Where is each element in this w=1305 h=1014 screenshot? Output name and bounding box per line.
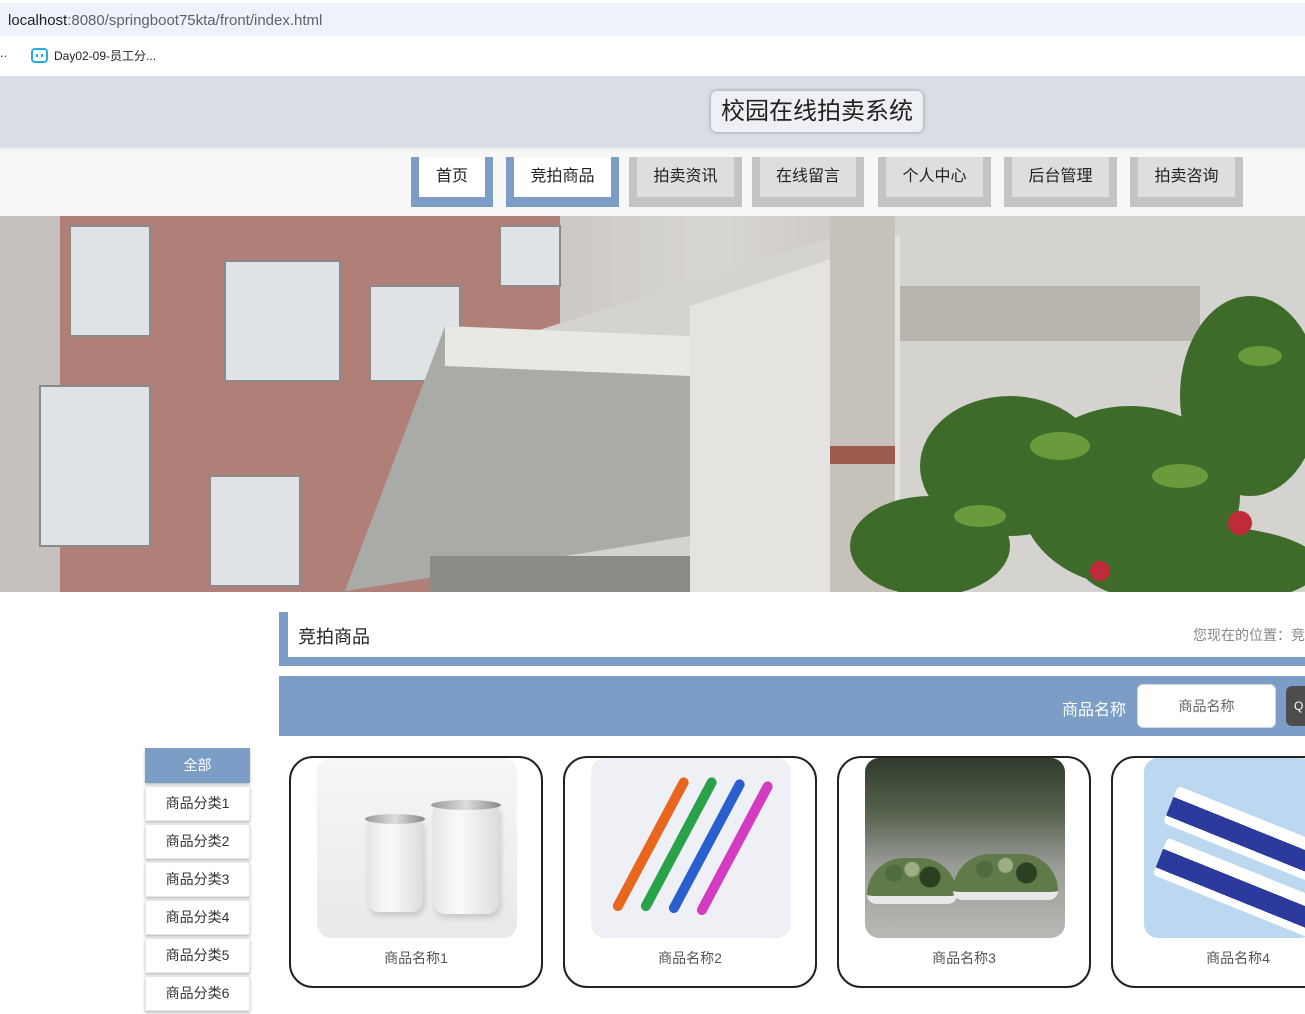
nav-message-board-label: 在线留言: [760, 157, 856, 197]
product-card[interactable]: 商品名称1: [289, 756, 543, 988]
cup-shape: [431, 800, 501, 914]
breadcrumb: 您现在的位置：竞: [1193, 627, 1305, 643]
search-bar: 商品名称 商品名称 Q: [279, 676, 1305, 736]
category-item[interactable]: 商品分类3: [145, 862, 250, 897]
nav-auction-items-label: 竞拍商品: [514, 157, 611, 197]
url-path: :8080/springboot75kta/front/index.html: [67, 12, 323, 29]
section-header: 竞拍商品 您现在的位置：竞: [279, 612, 1305, 666]
product-image-toothbrushes[interactable]: [591, 758, 791, 938]
category-list: 全部 商品分类1 商品分类2 商品分类3 商品分类4 商品分类5 商品分类6: [145, 748, 250, 1014]
bilibili-tv-icon: [31, 48, 48, 63]
product-card[interactable]: 商品名称4: [1111, 756, 1305, 988]
category-item[interactable]: 商品分类6: [145, 976, 250, 1011]
search-input[interactable]: 商品名称: [1137, 684, 1276, 728]
category-all[interactable]: 全部: [145, 748, 250, 783]
product-name[interactable]: 商品名称2: [565, 948, 815, 968]
product-card[interactable]: 商品名称3: [837, 756, 1091, 988]
section-title: 竞拍商品: [298, 627, 370, 647]
nav-auction-items[interactable]: 竞拍商品: [506, 157, 619, 207]
nav-auction-consult-label: 拍卖咨询: [1138, 157, 1235, 197]
category-item[interactable]: 商品分类1: [145, 786, 250, 821]
product-image-cups[interactable]: [317, 758, 517, 938]
product-image-camo-shoes[interactable]: [865, 758, 1065, 938]
product-image-toothpaste[interactable]: [1144, 758, 1305, 938]
nav-auction-news[interactable]: 拍卖资讯: [629, 157, 742, 207]
site-title: 校园在线拍卖系统: [711, 91, 923, 132]
bookmark-item[interactable]: Day02-09-员工分...: [31, 47, 156, 64]
search-label: 商品名称: [1062, 702, 1127, 719]
category-item[interactable]: 商品分类5: [145, 938, 250, 973]
product-name[interactable]: 商品名称4: [1113, 948, 1305, 968]
campus-building-photo: [0, 216, 1305, 592]
shoe-shape: [953, 854, 1058, 900]
product-card[interactable]: 商品名称2: [563, 756, 817, 988]
nav-admin-label: 后台管理: [1012, 157, 1109, 197]
main-nav: 首页 竞拍商品 拍卖资讯 在线留言 个人中心 后台管理 拍卖咨询: [0, 147, 1305, 216]
site-header: 校园在线拍卖系统: [0, 76, 1305, 147]
category-item[interactable]: 商品分类4: [145, 900, 250, 935]
bookmark-label: Day02-09-员工分...: [54, 49, 157, 63]
address-url[interactable]: localhost:8080/springboot75kta/front/ind…: [8, 12, 322, 29]
product-name[interactable]: 商品名称3: [839, 948, 1089, 968]
hero-banner[interactable]: [0, 216, 1305, 592]
nav-home-label: 首页: [419, 157, 485, 197]
nav-auction-consult[interactable]: 拍卖咨询: [1130, 157, 1243, 207]
nav-admin[interactable]: 后台管理: [1004, 157, 1117, 207]
url-host: localhost: [8, 12, 68, 29]
browser-address-bar[interactable]: localhost:8080/springboot75kta/front/ind…: [0, 0, 1305, 36]
shoe-shape: [867, 858, 957, 904]
nav-personal-center-label: 个人中心: [886, 157, 983, 197]
category-item[interactable]: 商品分类2: [145, 824, 250, 859]
product-name[interactable]: 商品名称1: [291, 948, 541, 968]
nav-personal-center[interactable]: 个人中心: [878, 157, 991, 207]
search-button[interactable]: Q: [1286, 686, 1305, 726]
nav-auction-news-label: 拍卖资讯: [637, 157, 734, 197]
bookmark-overflow[interactable]: ..: [0, 45, 7, 60]
bookmarks-bar: .. Day02-09-员工分...: [0, 36, 1305, 76]
nav-message-board[interactable]: 在线留言: [752, 157, 864, 207]
nav-home[interactable]: 首页: [411, 157, 493, 207]
cup-shape: [365, 814, 425, 912]
